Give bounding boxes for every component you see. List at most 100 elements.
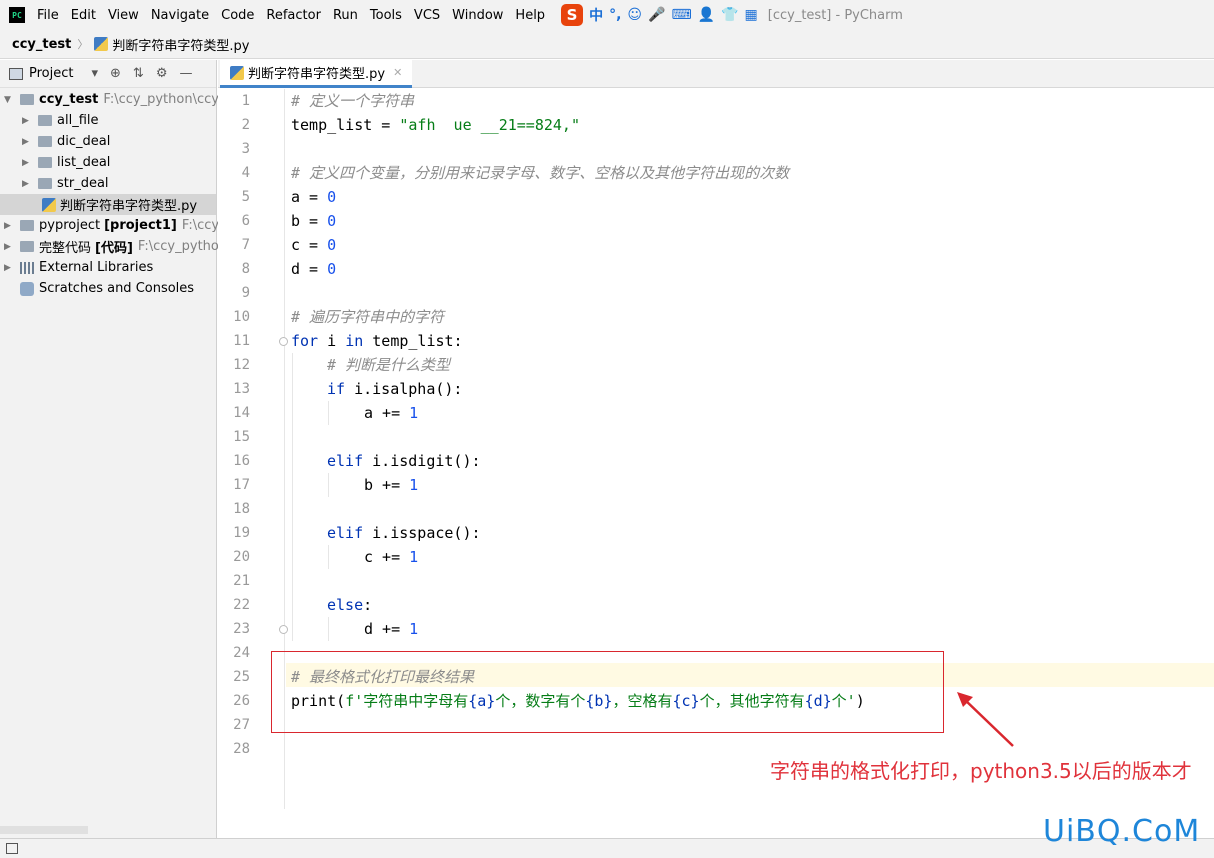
ime-user-icon[interactable]: 👤: [698, 7, 715, 23]
code-text: d +=: [364, 620, 410, 638]
chevron-down-icon[interactable]: ▾: [91, 66, 98, 81]
collapsed-arrow-icon[interactable]: ▶: [4, 221, 16, 231]
tree-item-python-file[interactable]: 判断字符串字符类型.py: [0, 194, 216, 215]
locate-file-icon[interactable]: ⊕: [110, 66, 121, 81]
tree-item-label: list_deal: [57, 155, 111, 170]
number-literal: 0: [327, 236, 337, 254]
line-number: 8: [241, 261, 250, 277]
tree-item-ccy-test[interactable]: ▼ ccy_test F:\ccy_python\ccy_t: [4, 89, 231, 110]
keyword: elif: [327, 524, 364, 542]
ime-chinese-mode-icon[interactable]: 中: [589, 5, 603, 25]
number-literal: 0: [327, 212, 337, 230]
breadcrumb-separator: 〉: [77, 38, 89, 51]
menu-tools[interactable]: Tools: [366, 8, 410, 23]
ime-emoji-icon[interactable]: ☺: [627, 7, 642, 23]
collapsed-arrow-icon[interactable]: ▶: [22, 137, 34, 147]
fold-marker-icon[interactable]: [279, 625, 288, 634]
folder-icon: [38, 178, 52, 189]
breadcrumb-file[interactable]: 判断字符串字符类型.py: [112, 35, 249, 54]
line-number: 22: [233, 597, 250, 613]
indent-guide: [328, 473, 329, 497]
library-icon: [20, 261, 34, 274]
collapsed-arrow-icon[interactable]: ▶: [22, 116, 34, 126]
gear-icon[interactable]: ⚙: [156, 66, 168, 81]
ime-keyboard-icon[interactable]: ⌨: [671, 7, 691, 23]
tree-item-all-file[interactable]: ▶ all_file: [22, 110, 99, 131]
tree-item-str-deal[interactable]: ▶ str_deal: [22, 173, 109, 194]
tree-item-dic-deal[interactable]: ▶ dic_deal: [22, 131, 110, 152]
menu-bar: PC File Edit View Navigate Code Refactor…: [0, 0, 1214, 30]
line-number: 10: [233, 309, 250, 325]
code-line-13: if i.isalpha():: [327, 377, 462, 401]
collapsed-arrow-icon[interactable]: ▶: [4, 263, 16, 273]
indent-guide: [328, 545, 329, 569]
code-line-7: c = 0: [291, 233, 336, 257]
tree-item-label: 完整代码: [39, 241, 92, 256]
line-number: 7: [241, 237, 250, 253]
menu-vcs[interactable]: VCS: [410, 8, 448, 23]
menu-run[interactable]: Run: [329, 8, 366, 23]
line-number: 4: [241, 165, 250, 181]
number-literal: 0: [327, 188, 337, 206]
folder-icon: [20, 241, 34, 252]
collapsed-arrow-icon[interactable]: ▶: [22, 179, 34, 189]
code-line-23: d += 1: [364, 617, 418, 641]
ime-toolbox-icon[interactable]: ▦: [745, 7, 758, 23]
ime-skin-icon[interactable]: 👕: [721, 7, 738, 23]
tree-item-scratches[interactable]: Scratches and Consoles: [16, 278, 194, 299]
collapsed-arrow-icon[interactable]: ▶: [4, 242, 16, 252]
line-number: 21: [233, 573, 250, 589]
menu-refactor[interactable]: Refactor: [262, 8, 329, 23]
menu-code[interactable]: Code: [217, 8, 262, 23]
keyword: if: [327, 380, 346, 398]
ime-punctuation-icon[interactable]: °,: [609, 7, 621, 23]
menu-help[interactable]: Help: [511, 8, 553, 23]
keyword: for: [291, 332, 319, 350]
menu-window[interactable]: Window: [448, 8, 511, 23]
tree-item-pyproject[interactable]: ▶ pyproject [project1] F:\ccy_p: [4, 215, 234, 236]
project-view-selector[interactable]: Project: [29, 66, 73, 81]
tree-item-label: str_deal: [57, 176, 109, 191]
annotation-text: 字符串的格式化打印，python3.5以后的版本才: [770, 759, 1192, 783]
tree-item-module: [代码]: [95, 241, 133, 256]
menu-file[interactable]: File: [33, 8, 67, 23]
sogou-logo-icon[interactable]: S: [561, 4, 584, 26]
folder-icon: [38, 115, 52, 126]
number-literal: 1: [409, 548, 419, 566]
editor-tab-strip: 判断字符串字符类型.py ✕: [218, 60, 1214, 88]
scratches-icon: [20, 281, 34, 296]
tree-item-list-deal[interactable]: ▶ list_deal: [22, 152, 110, 173]
hide-panel-icon[interactable]: —: [179, 66, 192, 81]
close-icon[interactable]: ✕: [393, 66, 402, 79]
line-number: 27: [233, 717, 250, 733]
breadcrumb: ccy_test 〉 判断字符串字符类型.py: [0, 30, 1214, 59]
ime-voice-icon[interactable]: 🎤: [648, 7, 665, 23]
code-line-6: b = 0: [291, 209, 336, 233]
editor-tab-active[interactable]: 判断字符串字符类型.py ✕: [220, 60, 413, 88]
tree-item-full-code[interactable]: ▶ 完整代码 [代码] F:\ccy_python: [4, 236, 227, 257]
number-literal: 1: [409, 620, 419, 638]
collapse-all-icon[interactable]: ⇅: [133, 66, 144, 81]
breadcrumb-project[interactable]: ccy_test: [12, 37, 71, 52]
line-number: 3: [241, 141, 250, 157]
number-literal: 0: [327, 260, 337, 278]
tree-item-label: 判断字符串字符类型.py: [60, 199, 198, 214]
tree-item-external-libraries[interactable]: ▶ External Libraries: [4, 257, 153, 278]
menu-view[interactable]: View: [104, 8, 147, 23]
menu-navigate[interactable]: Navigate: [147, 8, 217, 23]
line-number: 12: [233, 357, 250, 373]
collapsed-arrow-icon[interactable]: ▶: [22, 158, 34, 168]
tool-windows-toggle-icon[interactable]: [6, 843, 18, 854]
fold-marker-icon[interactable]: [279, 337, 288, 346]
indent-guide: [292, 353, 293, 641]
line-number: 28: [233, 741, 250, 757]
code-line-22: else:: [327, 593, 372, 617]
code-line-10: # 遍历字符串中的字符: [291, 305, 444, 329]
expanded-arrow-icon[interactable]: ▼: [4, 95, 16, 105]
horizontal-scrollbar[interactable]: [0, 826, 88, 834]
menu-edit[interactable]: Edit: [67, 8, 104, 23]
tree-item-path: F:\ccy_python: [137, 239, 228, 254]
code-text: c +=: [364, 548, 410, 566]
code-line-1: # 定义一个字符串: [291, 89, 414, 113]
code-text: temp_list:: [363, 332, 463, 350]
